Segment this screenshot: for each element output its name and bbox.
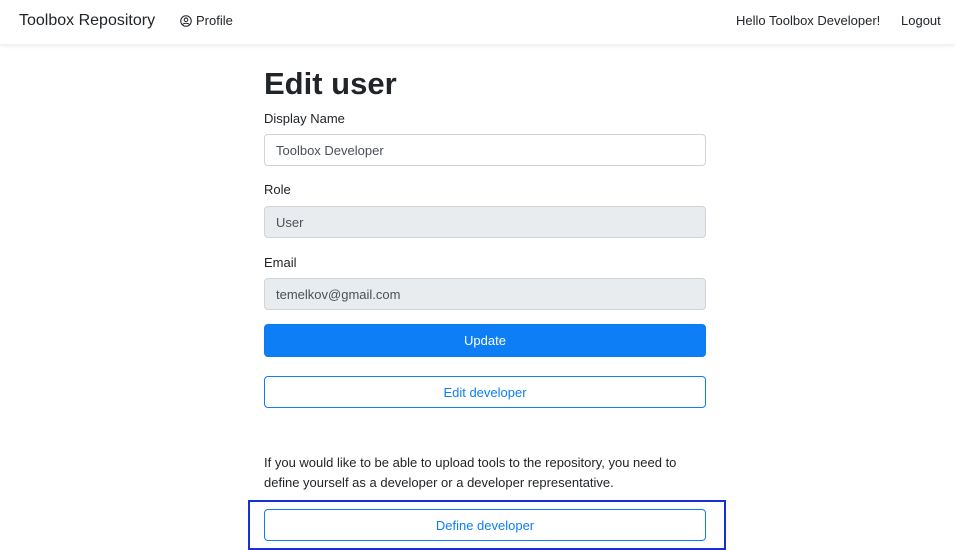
user-circle-icon (180, 14, 192, 27)
update-button[interactable]: Update (264, 324, 706, 357)
page-title: Edit user (264, 66, 397, 101)
role-field (264, 206, 706, 238)
focus-highlight (248, 500, 726, 550)
profile-link-label: Profile (196, 13, 233, 28)
edit-developer-button[interactable]: Edit developer (264, 376, 706, 408)
greeting-text: Hello Toolbox Developer! (736, 13, 881, 28)
email-field (264, 278, 706, 310)
top-navbar: Toolbox Repository Profile Hello Toolbox… (0, 0, 955, 45)
display-name-label: Display Name (264, 111, 345, 126)
brand-link[interactable]: Toolbox Repository (19, 12, 155, 30)
role-label: Role (264, 182, 291, 197)
display-name-input[interactable] (264, 134, 706, 166)
email-label: Email (264, 255, 297, 270)
profile-link[interactable]: Profile (180, 13, 233, 28)
logout-link[interactable]: Logout (901, 13, 941, 28)
developer-info-text: If you would like to be able to upload t… (264, 455, 677, 490)
